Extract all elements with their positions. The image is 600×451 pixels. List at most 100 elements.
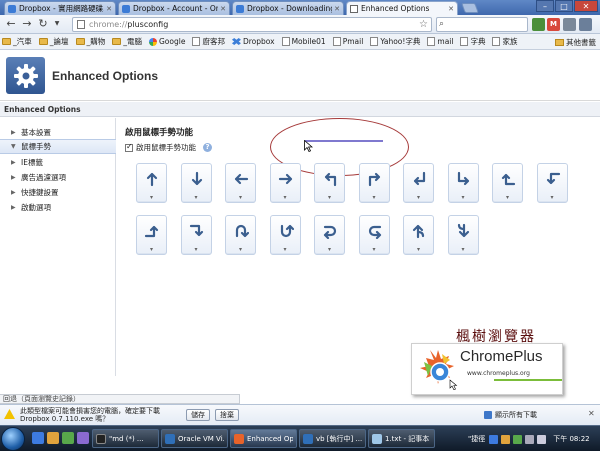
- maximize-button[interactable]: □: [555, 0, 573, 12]
- chevron-down-icon[interactable]: ▾: [271, 194, 300, 201]
- taskbar-item[interactable]: Oracle VM Vi...: [161, 429, 228, 448]
- quick-launch-icon[interactable]: [62, 432, 74, 444]
- bookmark-folder[interactable]: _購物: [75, 36, 105, 47]
- gesture-button[interactable]: ▾: [136, 163, 167, 203]
- volume-icon[interactable]: [537, 434, 547, 444]
- save-button[interactable]: 儲存: [186, 409, 210, 421]
- gesture-button[interactable]: ▾: [180, 163, 212, 203]
- taskbar-item[interactable]: 1.txt - 記事本: [368, 429, 435, 448]
- gesture-button[interactable]: ▾: [358, 163, 390, 203]
- chevron-down-icon[interactable]: ▾: [182, 246, 211, 253]
- chevron-down-icon[interactable]: ▾: [315, 194, 344, 201]
- sidebar-item-startup[interactable]: ▶ 啟動選項: [0, 200, 116, 215]
- bookmark-folder[interactable]: _論壇: [38, 36, 69, 47]
- chevron-down-icon[interactable]: ▾: [449, 194, 478, 201]
- close-window-button[interactable]: ✕: [574, 0, 598, 12]
- extension-button-1[interactable]: [532, 18, 545, 31]
- tab-enhanced-options[interactable]: Enhanced Options ✕: [346, 1, 458, 15]
- gesture-button[interactable]: ▾: [269, 215, 301, 255]
- tab-dropbox-2[interactable]: Dropbox - Account - Online... ✕: [118, 1, 230, 15]
- gesture-button[interactable]: ▾: [403, 163, 434, 203]
- tray-icon[interactable]: [513, 434, 523, 444]
- taskbar-item[interactable]: "md (*) ...: [92, 429, 159, 448]
- close-icon[interactable]: ✕: [106, 5, 112, 13]
- page-menu-icon[interactable]: [563, 18, 576, 31]
- new-tab-button[interactable]: [461, 3, 479, 13]
- quick-launch-icon[interactable]: [47, 432, 59, 444]
- gesture-button[interactable]: ▾: [225, 215, 256, 255]
- search-input[interactable]: ⌕: [436, 17, 528, 32]
- chevron-down-icon[interactable]: ▾: [449, 246, 478, 253]
- chevron-down-icon[interactable]: ▾: [271, 246, 300, 253]
- chevron-down-icon[interactable]: ▾: [226, 194, 255, 201]
- gesture-button[interactable]: ▾: [492, 163, 523, 203]
- gesture-button[interactable]: ▾: [180, 215, 212, 255]
- star-icon[interactable]: ☆: [419, 18, 428, 31]
- other-bookmarks[interactable]: 其他書籤: [555, 37, 596, 48]
- chevron-down-icon[interactable]: ▾: [182, 194, 211, 201]
- bookmark-folder[interactable]: _汽車: [2, 36, 32, 47]
- clock[interactable]: 下午 08:22: [553, 434, 589, 444]
- tray-icon[interactable]: [501, 434, 511, 444]
- gesture-button[interactable]: ▾: [536, 163, 568, 203]
- chevron-down-icon[interactable]: ▾: [404, 246, 433, 253]
- minimize-button[interactable]: –: [536, 0, 554, 12]
- tray-icon[interactable]: [489, 434, 499, 444]
- address-bar[interactable]: chrome:// plusconfig ☆: [72, 17, 432, 32]
- gesture-button[interactable]: ▾: [136, 215, 167, 255]
- chevron-down-icon[interactable]: ▾: [404, 194, 433, 201]
- gesture-button[interactable]: ▾: [225, 163, 256, 203]
- show-all-downloads-link[interactable]: 顯示所有下載: [484, 410, 537, 420]
- tab-dropbox-1[interactable]: Dropbox - 實用網路硬碟... ✕: [4, 1, 116, 15]
- discard-button[interactable]: 捨棄: [215, 409, 239, 421]
- gesture-button[interactable]: ▾: [403, 215, 434, 255]
- gesture-button[interactable]: ▾: [314, 215, 345, 255]
- enable-gestures-checkbox[interactable]: [125, 142, 133, 152]
- sidebar-item-ie-tab[interactable]: ▶ IE標籤: [0, 155, 116, 170]
- chevron-down-icon[interactable]: ▾: [226, 246, 255, 253]
- gesture-button[interactable]: ▾: [447, 215, 479, 255]
- bookmark-item[interactable]: 家族: [492, 36, 517, 47]
- forward-button[interactable]: →: [20, 17, 34, 31]
- quick-launch-icon[interactable]: [32, 432, 44, 444]
- bookmark-item[interactable]: mail: [427, 37, 453, 46]
- gesture-button[interactable]: ▾: [314, 163, 345, 203]
- bookmark-item[interactable]: 字典: [460, 36, 485, 47]
- taskbar-item-active[interactable]: Enhanced Opt...: [230, 429, 297, 448]
- close-icon[interactable]: ✕: [448, 5, 454, 13]
- bookmark-google[interactable]: Google: [149, 37, 185, 46]
- bookmark-item[interactable]: Pmail: [332, 37, 363, 46]
- wrench-icon[interactable]: [579, 18, 592, 31]
- chevron-down-icon[interactable]: ▾: [315, 246, 344, 253]
- quick-launch-icon[interactable]: [77, 432, 89, 444]
- chevron-down-icon[interactable]: ▾: [538, 194, 567, 201]
- start-button[interactable]: [1, 427, 25, 451]
- reload-button[interactable]: ↻: [36, 17, 50, 31]
- chevron-down-icon[interactable]: ▾: [360, 246, 389, 253]
- close-icon[interactable]: ✕: [588, 409, 595, 418]
- close-icon[interactable]: ✕: [334, 5, 340, 13]
- sidebar-item-mouse-gestures[interactable]: ▼ 鼠標手勢: [0, 139, 116, 154]
- gesture-button[interactable]: ▾: [447, 163, 479, 203]
- chevron-down-icon[interactable]: ▾: [493, 194, 522, 201]
- gesture-button[interactable]: ▾: [358, 215, 390, 255]
- sidebar-item-adblock[interactable]: ▶ 廣告過濾選項: [0, 170, 116, 185]
- close-icon[interactable]: ✕: [220, 5, 226, 13]
- chevron-down-icon[interactable]: ▾: [360, 194, 389, 201]
- bookmark-dropbox[interactable]: Dropbox: [231, 37, 275, 46]
- taskbar-item[interactable]: vb [執行中] ...: [299, 429, 366, 448]
- chevron-down-icon[interactable]: ▼: [50, 17, 64, 31]
- info-icon[interactable]: ?: [203, 143, 212, 152]
- bookmark-folder[interactable]: _電腦: [112, 36, 142, 47]
- chevron-down-icon[interactable]: ▾: [137, 194, 166, 201]
- gmail-icon[interactable]: M: [547, 18, 560, 31]
- network-icon[interactable]: [525, 434, 535, 444]
- back-button[interactable]: ←: [4, 17, 18, 31]
- tab-dropbox-3[interactable]: Dropbox - Downloading Dr... ✕: [232, 1, 344, 15]
- bookmark-item[interactable]: Yahoo!字典: [370, 36, 420, 47]
- gesture-button[interactable]: ▾: [269, 163, 301, 203]
- bookmark-item[interactable]: 廚客邦: [192, 36, 225, 47]
- sidebar-item-basic[interactable]: ▶ 基本設置: [0, 125, 116, 140]
- bookmark-item[interactable]: Mobile01: [281, 37, 326, 46]
- chevron-down-icon[interactable]: ▾: [137, 246, 166, 253]
